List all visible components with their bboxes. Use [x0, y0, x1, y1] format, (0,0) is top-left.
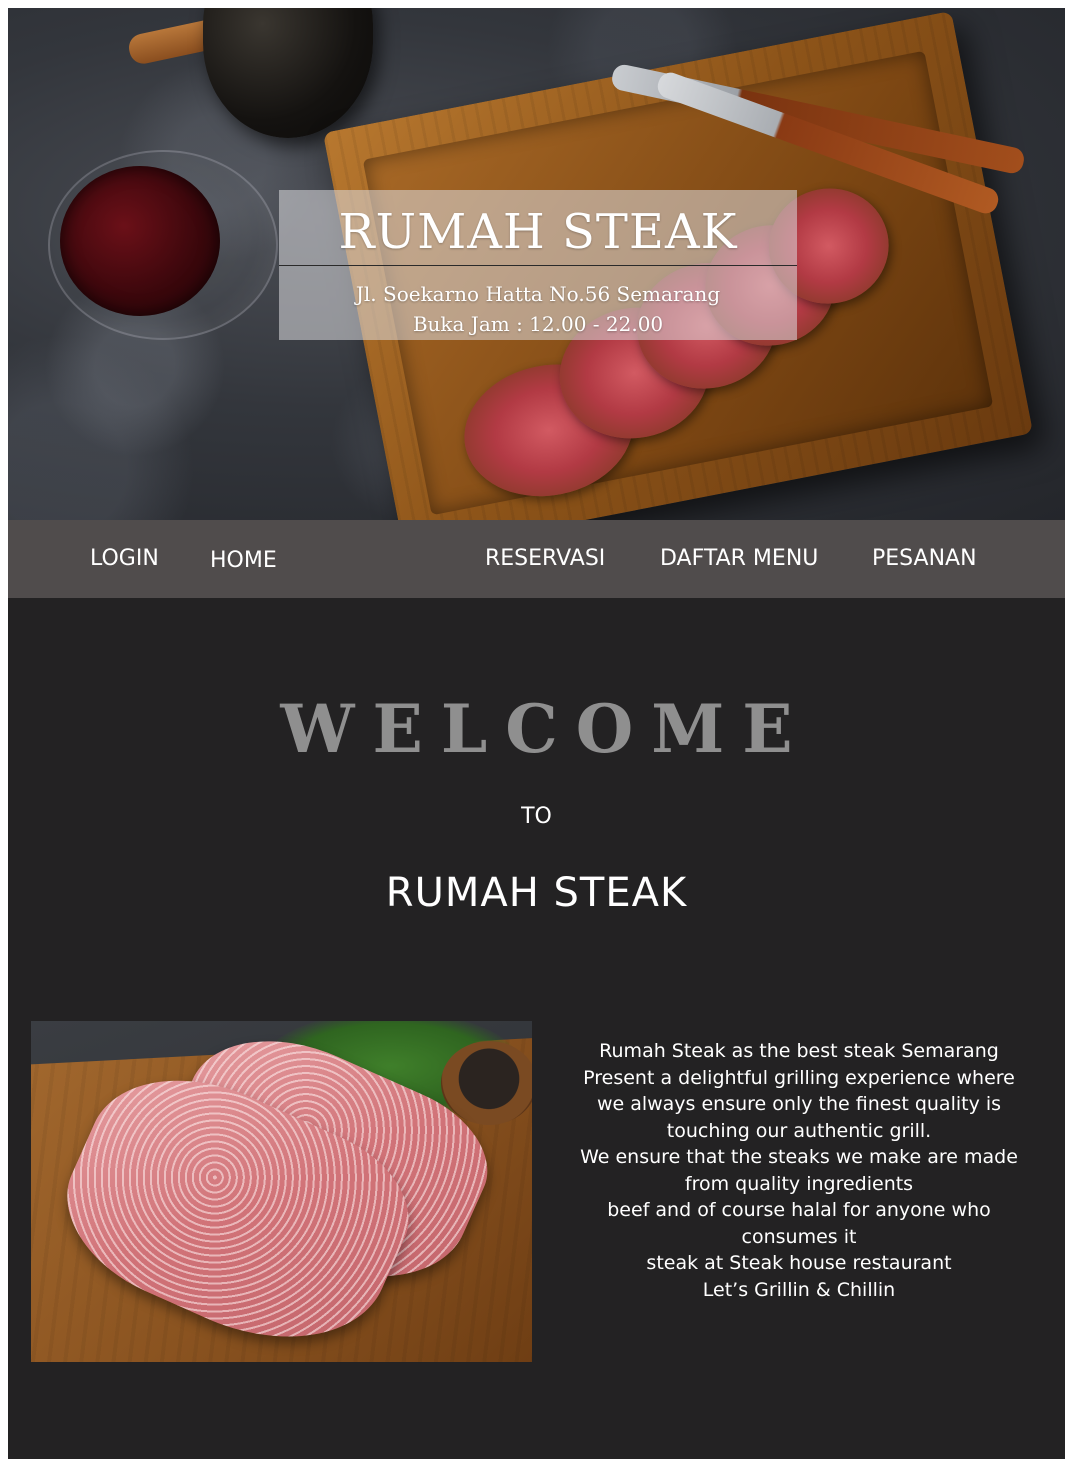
- peppercorn-bowl: [441, 1041, 532, 1125]
- description-line: touching our authentic grill.: [666, 1119, 932, 1142]
- nav-item-pesanan[interactable]: PESANAN: [872, 520, 977, 598]
- hero-title-box: RUMAH STEAK Jl. Soekarno Hatta No.56 Sem…: [279, 190, 797, 340]
- hero-title: RUMAH STEAK: [338, 204, 738, 260]
- description-line: Present a delightful grilling experience…: [583, 1066, 1015, 1089]
- description-line: beef and of course halal for anyone who: [607, 1199, 991, 1221]
- description-line: steak at Steak house restaurant: [646, 1252, 952, 1274]
- welcome-brand: RUMAH STEAK: [385, 870, 688, 916]
- description-line: We ensure that the steaks we make are ma…: [580, 1146, 1018, 1168]
- description-line: Let’s Grillin & Chillin: [702, 1278, 896, 1301]
- description-line: consumes it: [741, 1225, 857, 1248]
- welcome-heading: WELCOME: [280, 690, 811, 768]
- nav-bar: LOGIN HOME RESERVASI DAFTAR MENU PESANAN: [8, 520, 1065, 598]
- welcome-to: TO: [521, 804, 552, 829]
- nav-item-login[interactable]: LOGIN: [90, 520, 159, 598]
- nav-item-reservasi[interactable]: RESERVASI: [485, 520, 605, 598]
- hero-hours: Buka Jam : 12.00 - 22.00: [412, 312, 664, 336]
- restaurant-description: Rumah Steak as the best steak Semarang P…: [556, 1038, 1042, 1303]
- page-frame: RUMAH STEAK Jl. Soekarno Hatta No.56 Sem…: [8, 8, 1065, 1459]
- hero-banner: RUMAH STEAK Jl. Soekarno Hatta No.56 Sem…: [8, 8, 1065, 520]
- description-line: from quality ingredients: [684, 1172, 914, 1195]
- hero-divider: [279, 265, 797, 266]
- description-line: Rumah Steak as the best steak Semarang: [599, 1040, 999, 1062]
- red-wine: [60, 166, 220, 316]
- description-line: we always ensure only the finest quality…: [596, 1093, 1002, 1115]
- wagyu-steak-photo: [31, 1021, 532, 1362]
- hero-address: Jl. Soekarno Hatta No.56 Semarang: [355, 282, 721, 306]
- nav-item-daftar-menu[interactable]: DAFTAR MENU: [660, 520, 818, 598]
- nav-item-home[interactable]: HOME: [210, 522, 277, 600]
